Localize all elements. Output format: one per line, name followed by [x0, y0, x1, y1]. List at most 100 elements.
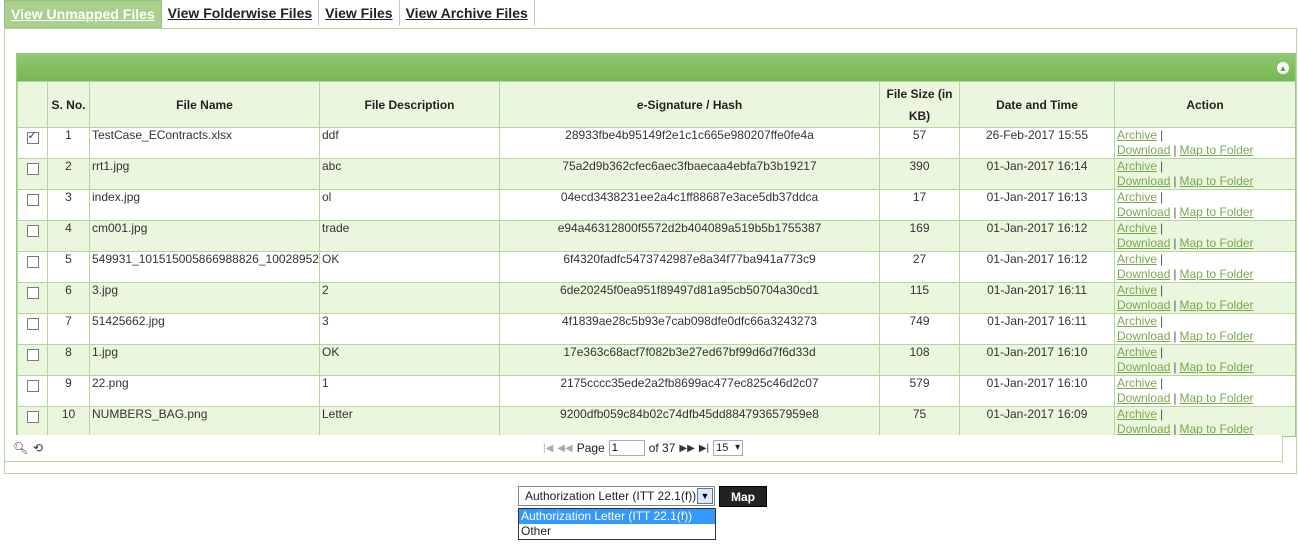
map-to-folder-link[interactable]: Map to Folder	[1180, 174, 1254, 188]
map-to-folder-link[interactable]: Map to Folder	[1180, 143, 1254, 157]
table-row[interactable]: 3 index.jpg ol 04ecd3438231ee2a4c1ff88687e3…	[17, 189, 1295, 221]
pager: 🔍︎ ⟲ |◀ ◀◀ Page of 37 ▶▶ ▶| 15	[4, 435, 1283, 462]
row-checkbox[interactable]	[26, 129, 39, 144]
header-sno[interactable]: S. No.	[47, 81, 90, 128]
download-link[interactable]: Download	[1117, 391, 1170, 405]
chevron-down-icon[interactable]: ▼	[697, 488, 713, 504]
tab-view-files[interactable]: View Files	[319, 0, 400, 26]
header-file-name[interactable]: File Name	[89, 81, 320, 128]
pager-controls: |◀ ◀◀ Page of 37 ▶▶ ▶| 15	[543, 440, 744, 456]
row-checkbox[interactable]	[26, 256, 39, 268]
grid-body[interactable]: S. No. File Name File Description e-Sign…	[17, 81, 1295, 436]
first-page-icon[interactable]: |◀	[543, 443, 553, 454]
cell-action: Archive | Download | Map to Folder	[1114, 406, 1295, 436]
table-row[interactable]: 6 3.jpg 2 6de20245f0ea951f89497d81a95cb5070…	[17, 282, 1295, 314]
archive-link[interactable]: Archive	[1117, 222, 1157, 236]
download-link[interactable]: Download	[1117, 205, 1170, 219]
action-separator: |	[1173, 298, 1177, 312]
row-checkbox[interactable]	[26, 194, 39, 206]
archive-link[interactable]: Archive	[1117, 160, 1157, 174]
download-link[interactable]: Download	[1117, 360, 1170, 374]
archive-link[interactable]: Archive	[1117, 253, 1157, 267]
refresh-icon[interactable]: ⟲	[33, 441, 43, 455]
row-checkbox[interactable]	[26, 287, 39, 299]
row-select-cell	[17, 282, 48, 314]
collapse-icon[interactable]: ▲	[1277, 62, 1289, 74]
tab-view-archive-files[interactable]: View Archive Files	[400, 0, 535, 26]
table-row[interactable]: 7 51425662.jpg 3 4f1839ae28c5b93e7cab098dfe…	[17, 313, 1295, 345]
folder-select[interactable]: Authorization Letter (ITT 22.1(f)) ▼	[518, 486, 715, 506]
map-to-folder-link[interactable]: Map to Folder	[1180, 205, 1254, 219]
table-row[interactable]: 9 22.png 1 2175cccc35ede2a2fb8699ac477ec825…	[17, 375, 1295, 407]
download-link[interactable]: Download	[1117, 267, 1170, 281]
map-to-folder-link[interactable]: Map to Folder	[1180, 236, 1254, 250]
archive-link[interactable]: Archive	[1117, 408, 1157, 422]
table-row[interactable]: 2 rrt1.jpg abc 75a2d9b362cfec6aec3fbaecaa4e…	[17, 158, 1295, 190]
page-total: of 37	[648, 441, 676, 455]
option-other[interactable]: Other	[519, 524, 715, 539]
archive-link[interactable]: Archive	[1117, 346, 1157, 360]
download-link[interactable]: Download	[1117, 298, 1170, 312]
option-authorization-letter[interactable]: Authorization Letter (ITT 22.1(f))	[519, 509, 715, 524]
download-link[interactable]: Download	[1117, 143, 1170, 157]
last-page-icon[interactable]: ▶|	[699, 443, 709, 454]
rows-per-page-select[interactable]: 15	[713, 440, 744, 456]
next-page-icon[interactable]: ▶▶	[679, 443, 694, 454]
header-date-time[interactable]: Date and Time	[959, 81, 1115, 128]
search-icon[interactable]: 🔍︎	[13, 441, 28, 455]
download-link[interactable]: Download	[1117, 174, 1170, 188]
row-checkbox[interactable]	[26, 411, 39, 423]
row-checkbox[interactable]	[26, 225, 39, 237]
cell-file-size: 27	[879, 251, 960, 283]
map-button[interactable]: Map	[719, 486, 767, 507]
cell-esignature: e94a46312800f5572d2b404089a519b5b1755387	[499, 220, 880, 252]
cell-action: Archive | Download | Map to Folder	[1114, 375, 1295, 407]
archive-link[interactable]: Archive	[1117, 315, 1157, 329]
cell-file-description: Letter	[319, 406, 500, 436]
download-link[interactable]: Download	[1117, 329, 1170, 343]
prev-page-icon[interactable]: ◀◀	[557, 443, 572, 454]
map-to-folder-link[interactable]: Map to Folder	[1180, 329, 1254, 343]
cell-date-time: 01-Jan-2017 16:11	[959, 282, 1115, 314]
action-separator: |	[1160, 128, 1164, 143]
download-link[interactable]: Download	[1117, 236, 1170, 250]
archive-link[interactable]: Archive	[1117, 377, 1157, 391]
page-input[interactable]	[608, 440, 645, 456]
tab-view-unmapped-files[interactable]: View Unmapped Files	[4, 0, 162, 28]
table-row[interactable]: 1TestCase_EContracts.xlsxddf28933fbe4b95…	[17, 127, 1295, 159]
map-to-folder-link[interactable]: Map to Folder	[1180, 360, 1254, 374]
map-to-folder-link[interactable]: Map to Folder	[1180, 298, 1254, 312]
row-checkbox[interactable]	[26, 163, 39, 175]
table-row[interactable]: 4 cm001.jpg trade e94a46312800f5572d2b40408…	[17, 220, 1295, 252]
table-row[interactable]: 5 549931_101515005866988826_100289521 OK 6f…	[17, 251, 1295, 283]
cell-file-description: abc	[319, 158, 500, 190]
cell-esignature: 4f1839ae28c5b93e7cab098dfe0dfc66a3243273	[499, 313, 880, 345]
row-checkbox[interactable]	[26, 349, 39, 361]
header-esignature[interactable]: e-Signature / Hash	[499, 81, 880, 128]
table-row[interactable]: 8 1.jpg OK 17e363c68acf7f082b3e27ed67bf99d6…	[17, 344, 1295, 376]
header-file-size[interactable]: File Size (in KB)	[879, 81, 960, 128]
action-separator: |	[1160, 252, 1164, 267]
map-to-folder-link[interactable]: Map to Folder	[1180, 267, 1254, 281]
action-separator: |	[1173, 143, 1177, 157]
cell-date-time: 01-Jan-2017 16:13	[959, 189, 1115, 221]
cell-esignature: 17e363c68acf7f082b3e27ed67bf99d6d7f6d33d	[499, 344, 880, 376]
archive-link[interactable]: Archive	[1117, 191, 1157, 205]
cell-esignature: 28933fbe4b95149f2e1c1c665e980207ffe0fe4a	[499, 127, 880, 159]
download-link[interactable]: Download	[1117, 422, 1170, 436]
map-to-folder-link[interactable]: Map to Folder	[1180, 391, 1254, 405]
tab-view-folderwise-files[interactable]: View Folderwise Files	[162, 0, 320, 26]
cell-sno: 7	[47, 313, 90, 345]
archive-link[interactable]: Archive	[1117, 284, 1157, 298]
row-checkbox[interactable]	[26, 380, 39, 392]
action-separator: |	[1173, 205, 1177, 219]
archive-link[interactable]: Archive	[1117, 129, 1157, 143]
cell-date-time: 01-Jan-2017 16:10	[959, 344, 1115, 376]
header-file-description[interactable]: File Description	[319, 81, 500, 128]
map-to-folder-link[interactable]: Map to Folder	[1180, 422, 1254, 436]
row-checkbox[interactable]	[26, 318, 39, 330]
table-row[interactable]: 10 NUMBERS_BAG.png Letter 9200dfb059c84b02c…	[17, 406, 1295, 436]
action-separator: |	[1173, 391, 1177, 405]
cell-file-name: 3.jpg	[89, 282, 320, 314]
cell-file-name: 549931_101515005866988826_100289521	[89, 251, 320, 283]
